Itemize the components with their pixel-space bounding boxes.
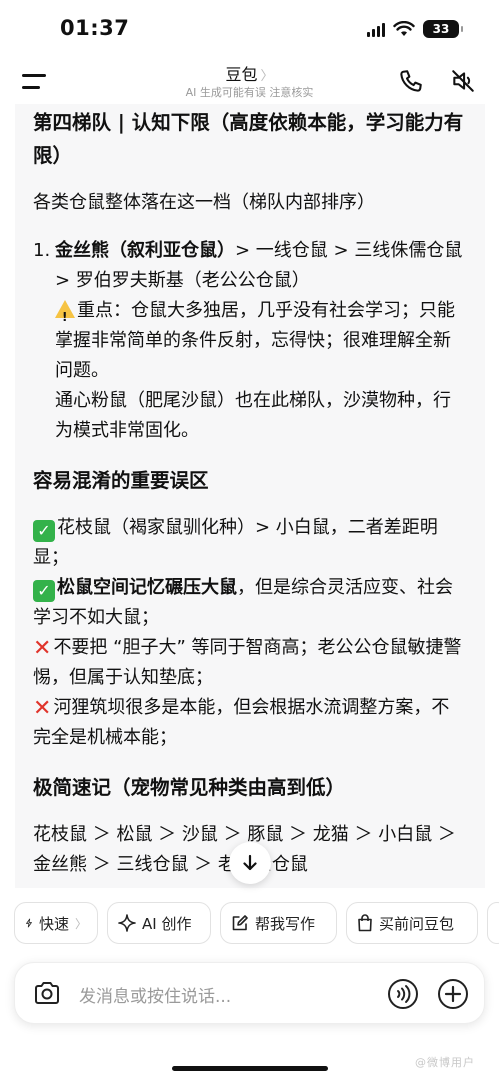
watermark: @微博用户 [415,1056,475,1069]
message-input-bar[interactable]: 发消息或按住说话... [14,962,485,1024]
camera-icon[interactable] [33,980,61,1006]
status-bar: 01:37 33 [0,0,499,58]
chevron-right-icon: 〉 [260,69,274,84]
chip-label: 快速 [38,914,69,933]
mistake-2-bold: 松鼠空间记忆碾压大鼠 [57,577,237,598]
mistake-1: 花枝鼠（褐家鼠驯化种）> 小白鼠，二者差距明显； [33,517,438,568]
item1-warning: 重点：仓鼠大多独居，几乎没有社会学习；只能掌握非常简单的条件反射，忘得快；很难理… [55,300,455,381]
tier4-intro: 各类仓鼠整体落在这一档（梯队内部排序） [33,192,375,213]
chat-title-text: 豆包 [225,65,258,84]
cross-icon: ✕ [33,636,52,661]
chat-title[interactable]: 豆包〉 [0,61,499,85]
chevron-right-icon: 〉 [74,916,87,931]
home-indicator [172,1066,328,1071]
phone-icon[interactable] [398,68,424,94]
plus-icon[interactable] [437,978,469,1010]
voice-input-icon[interactable] [387,978,419,1010]
message-input[interactable]: 发消息或按住说话... [79,982,231,1007]
sparkle-icon [118,914,136,932]
chip-help-write[interactable]: 帮我写作 [220,902,337,944]
signal-icon [367,21,385,37]
edit-icon [232,915,248,931]
chat-header: 豆包〉 AI 生成可能有误 注意核实 [0,58,499,104]
scroll-to-bottom-button[interactable] [229,842,271,884]
wifi-icon [393,21,415,36]
speaker-mute-icon[interactable] [450,68,476,94]
cross-icon: ✕ [33,696,52,721]
heading-summary: 极简速记（宠物常见种类由高到低） [33,776,346,799]
item1-extra: 通心粉鼠（肥尾沙鼠）也在此梯队，沙漠物种，行为模式非常固化。 [55,390,451,441]
chip-label: 帮我写作 [255,914,316,933]
mistake-4: 河狸筑坝很多是本能，但会根据水流调整方案，不完全是机械本能； [33,697,450,748]
arrow-down-icon [243,854,257,871]
check-icon: ✓ [33,580,55,602]
heading-mistakes: 容易混淆的重要误区 [33,469,209,492]
item1-bold: 金丝熊（叙利亚仓鼠） [55,240,235,261]
battery-level: 33 [432,22,450,36]
quick-action-chips: 快速 〉 AI 创作 帮我写作 买前问豆包 [14,902,499,946]
heading-tier4: 第四梯队 | 认知下限（高度依赖本能，学习能力有限） [33,111,464,167]
warning-icon [55,300,75,332]
mistake-3: 不要把 “胆子大” 等同于智商高；老公公仓鼠敏捷警惕，但属于认知垫底； [33,637,462,688]
list-number: 1. [33,240,51,261]
chip-partial[interactable] [487,902,499,944]
chip-label: AI 创作 [142,914,192,933]
battery-icon: 33 [423,20,463,38]
chip-fast-mode[interactable]: 快速 〉 [14,902,98,944]
list-item: 1. 金丝熊（叙利亚仓鼠）> 一线仓鼠 > 三线侏儒仓鼠 > 罗伯罗夫斯基（老公… [33,236,467,446]
chip-label: 买前问豆包 [379,914,455,933]
shopping-bag-icon [358,914,372,932]
lightning-icon [26,918,32,928]
check-icon: ✓ [33,520,55,542]
ai-disclaimer: AI 生成可能有误 注意核实 [185,86,314,99]
status-icons: 33 [367,20,463,38]
ai-response-card: 第四梯队 | 认知下限（高度依赖本能，学习能力有限） 各类仓鼠整体落在这一档（梯… [15,104,485,888]
chip-ai-create[interactable]: AI 创作 [107,902,211,944]
chip-shopping-ask[interactable]: 买前问豆包 [346,902,478,944]
status-time: 01:37 [60,16,130,40]
mistake-item: ✓ 花枝鼠（褐家鼠驯化种）> 小白鼠，二者差距明显； ✓ 松鼠空间记忆碾压大鼠，但是… [33,513,467,753]
